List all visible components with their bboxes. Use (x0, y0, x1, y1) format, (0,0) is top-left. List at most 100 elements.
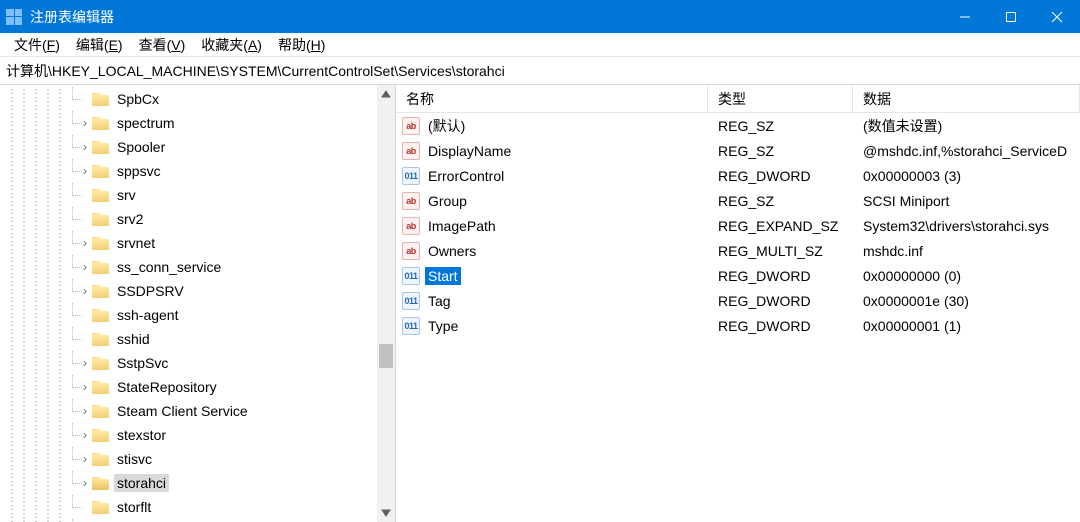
value-type-icon: 011 (402, 292, 420, 310)
value-data: System32\drivers\storahci.sys (853, 216, 1080, 236)
folder-icon (92, 308, 110, 322)
tree-label: sshid (114, 330, 153, 348)
tree-label: srv2 (114, 210, 146, 228)
value-name: Tag (425, 292, 454, 310)
window-title: 注册表编辑器 (30, 7, 942, 27)
value-type: REG_SZ (708, 116, 853, 136)
tree-label: SpbCx (114, 90, 162, 108)
value-type: REG_SZ (708, 191, 853, 211)
value-row[interactable]: ab Group REG_SZSCSI Miniport (396, 188, 1080, 213)
value-type: REG_DWORD (708, 316, 853, 336)
tree-item-Steam Client Service[interactable]: ›Steam Client Service (0, 399, 395, 423)
value-row[interactable]: abOwnersREG_MULTI_SZmshdc.inf (396, 238, 1080, 263)
values-list[interactable]: ab(默认)REG_SZ(数值未设置)abDisplayNameREG_SZ@m… (396, 113, 1080, 522)
value-name: DisplayName (425, 142, 514, 160)
menu-查看[interactable]: 查看(V) (131, 33, 194, 57)
tree-label: Spooler (114, 138, 168, 156)
tree-label: sppsvc (114, 162, 164, 180)
folder-icon (92, 164, 110, 178)
menu-文件[interactable]: 文件(F) (6, 33, 68, 57)
tree-label: spectrum (114, 114, 178, 132)
menubar: 文件(F)编辑(E)查看(V)收藏夹(A)帮助(H) (0, 33, 1080, 57)
value-type-icon: ab (402, 242, 420, 260)
value-data: 0x0000001e (30) (853, 291, 1080, 311)
value-row[interactable]: 011 Type REG_DWORD0x00000001 (1) (396, 313, 1080, 338)
tree-item-SpbCx[interactable]: SpbCx (0, 87, 395, 111)
tree-label: Steam Client Service (114, 402, 251, 420)
scroll-up-button[interactable] (377, 85, 395, 103)
folder-icon (92, 404, 110, 418)
folder-icon (92, 140, 110, 154)
tree-item-storahci[interactable]: ›storahci (0, 471, 395, 495)
value-row[interactable]: ab(默认)REG_SZ(数值未设置) (396, 113, 1080, 138)
value-data: 0x00000000 (0) (853, 266, 1080, 286)
folder-icon (92, 92, 110, 106)
folder-icon (92, 380, 110, 394)
window-controls (942, 0, 1080, 33)
maximize-button[interactable] (988, 0, 1034, 33)
value-type-icon: 011 (402, 167, 420, 185)
tree-item-sppsvc[interactable]: ›sppsvc (0, 159, 395, 183)
value-name: Type (425, 317, 461, 335)
address-bar (0, 57, 1080, 85)
value-row[interactable]: 011StartREG_DWORD0x00000000 (0) (396, 263, 1080, 288)
value-name: Group (425, 192, 470, 210)
tree-label: storflt (114, 498, 154, 516)
value-data: SCSI Miniport (853, 191, 1080, 211)
header-data[interactable]: 数据 (853, 85, 1080, 112)
value-row[interactable]: abImagePathREG_EXPAND_SZSystem32\drivers… (396, 213, 1080, 238)
header-type[interactable]: 类型 (708, 85, 853, 112)
value-row[interactable]: abDisplayNameREG_SZ@mshdc.inf,%storahci_… (396, 138, 1080, 163)
close-button[interactable] (1034, 0, 1080, 33)
folder-icon (92, 452, 110, 466)
tree-item-SstpSvc[interactable]: ›SstpSvc (0, 351, 395, 375)
tree-item-storflt[interactable]: storflt (0, 495, 395, 519)
tree-item-srv[interactable]: srv (0, 183, 395, 207)
tree-item-sshid[interactable]: sshid (0, 327, 395, 351)
scroll-down-button[interactable] (377, 504, 395, 522)
value-data: 0x00000001 (1) (853, 316, 1080, 336)
address-input[interactable] (6, 57, 1074, 84)
tree-label: stexstor (114, 426, 169, 444)
tree-item-srvnet[interactable]: ›srvnet (0, 231, 395, 255)
tree-label: SSDPSRV (114, 282, 187, 300)
tree-item-Spooler[interactable]: ›Spooler (0, 135, 395, 159)
registry-tree[interactable]: SpbCx ›spectrum›Spooler›sppsvc srv srv2 ›srv… (0, 85, 395, 522)
minimize-button[interactable] (942, 0, 988, 33)
tree-item-SSDPSRV[interactable]: ›SSDPSRV (0, 279, 395, 303)
scroll-track[interactable] (377, 103, 395, 504)
scroll-thumb[interactable] (379, 344, 393, 368)
tree-label: StateRepository (114, 378, 220, 396)
tree-item-StateRepository[interactable]: ›StateRepository (0, 375, 395, 399)
header-name[interactable]: 名称 (396, 85, 708, 112)
folder-icon (92, 476, 110, 490)
tree-item-srv2[interactable]: srv2 (0, 207, 395, 231)
tree-item-ssh-agent[interactable]: ssh-agent (0, 303, 395, 327)
tree-label: srv (114, 186, 139, 204)
value-type-icon: 011 (402, 317, 420, 335)
folder-icon (92, 212, 110, 226)
folder-icon (92, 284, 110, 298)
value-row[interactable]: 011ErrorControlREG_DWORD0x00000003 (3) (396, 163, 1080, 188)
value-row[interactable]: 011TagREG_DWORD0x0000001e (30) (396, 288, 1080, 313)
value-type-icon: ab (402, 142, 420, 160)
value-type-icon: 011 (402, 267, 420, 285)
tree-item-stexstor[interactable]: ›stexstor (0, 423, 395, 447)
tree-item-spectrum[interactable]: ›spectrum (0, 111, 395, 135)
values-pane: 名称 类型 数据 ab(默认)REG_SZ(数值未设置)abDisplayNam… (396, 85, 1080, 522)
tree-item-ss_conn_service[interactable]: ›ss_conn_service (0, 255, 395, 279)
value-name: Start (425, 267, 461, 285)
folder-icon (92, 188, 110, 202)
folder-icon (92, 260, 110, 274)
menu-编辑[interactable]: 编辑(E) (68, 33, 131, 57)
value-type-icon: ab (402, 192, 420, 210)
menu-收藏夹[interactable]: 收藏夹(A) (193, 33, 270, 57)
menu-帮助[interactable]: 帮助(H) (270, 33, 333, 57)
tree-item-stisvc[interactable]: ›stisvc (0, 447, 395, 471)
tree-label: ssh-agent (114, 306, 181, 324)
tree-scrollbar[interactable] (377, 85, 395, 522)
value-type-icon: ab (402, 117, 420, 135)
value-data: 0x00000003 (3) (853, 166, 1080, 186)
folder-icon (92, 116, 110, 130)
value-type: REG_MULTI_SZ (708, 241, 853, 261)
